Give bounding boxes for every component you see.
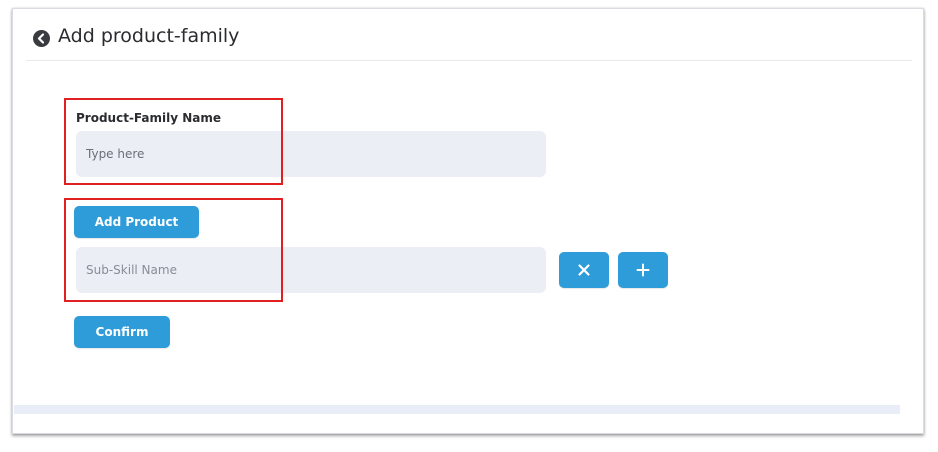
remove-sub-skill-button[interactable]: [559, 252, 609, 288]
product-family-name-input[interactable]: [76, 131, 546, 177]
header-divider: [26, 60, 912, 61]
product-family-name-label: Product-Family Name: [76, 111, 222, 125]
sub-skill-name-input[interactable]: [76, 247, 546, 293]
back-icon[interactable]: [33, 30, 50, 47]
close-icon: [578, 264, 590, 276]
card-header: Add product-family: [13, 9, 923, 61]
add-product-button[interactable]: Add Product: [74, 206, 199, 238]
confirm-button[interactable]: Confirm: [74, 316, 170, 348]
card-footer-strip: [14, 405, 900, 414]
plus-icon: [636, 263, 650, 277]
add-sub-skill-button[interactable]: [618, 252, 668, 288]
page-title: Add product-family: [58, 25, 240, 47]
